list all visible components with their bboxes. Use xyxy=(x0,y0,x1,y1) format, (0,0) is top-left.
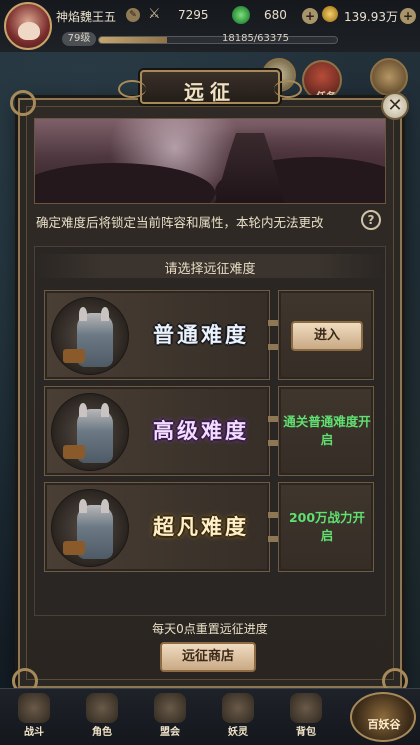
nav-item-character[interactable]: 角色 xyxy=(76,693,128,743)
reset-notice: 每天0点重置远征进度 xyxy=(152,622,268,636)
corner-ornament-tl xyxy=(10,90,36,116)
add-jade-button[interactable]: + xyxy=(302,8,318,24)
hammer-icon xyxy=(63,541,85,555)
banner-tower xyxy=(215,133,285,203)
character-ear-right xyxy=(101,403,109,417)
battle-icon xyxy=(18,693,50,723)
nav-item-spirit[interactable]: 妖灵 xyxy=(212,693,264,743)
character-icon xyxy=(86,693,118,723)
character-portrait xyxy=(51,489,129,567)
nav-label: 妖灵 xyxy=(228,727,248,738)
difficulty-row-normal: 普通难度 进入 xyxy=(44,290,374,380)
unlock-condition: 通关普通难度开启 xyxy=(283,414,371,447)
exp-text: 18185/63375 xyxy=(222,33,289,44)
difficulty-title: 请选择远征难度 xyxy=(164,262,256,277)
expedition-banner xyxy=(34,118,386,204)
difficulty-row-high: 高级难度 通关普通难度开启 xyxy=(44,386,374,476)
top-status-bar: 神焰魏王五 ✎ ⚔ 7295 680 + 139.93万 + 79级 18185… xyxy=(0,0,420,52)
title-plate: 远征 xyxy=(118,70,302,104)
difficulty-card-super: 超凡难度 xyxy=(44,482,270,572)
player-avatar[interactable] xyxy=(4,2,52,50)
bag-icon xyxy=(290,693,322,723)
banner-hill-left xyxy=(35,163,215,203)
nav-label: 背包 xyxy=(296,727,316,738)
difficulty-name: 普通难度 xyxy=(153,322,249,347)
character-ear-left xyxy=(79,403,87,417)
difficulty-action-high: 通关普通难度开启 xyxy=(278,386,374,476)
difficulty-row-super: 超凡难度 200万战力开启 xyxy=(44,482,374,572)
character-portrait xyxy=(51,297,129,375)
character-portrait xyxy=(51,393,129,471)
exp-fill xyxy=(99,37,168,43)
character-ear-right xyxy=(101,499,109,513)
hundred-demon-valley-label: 百妖谷 xyxy=(367,718,401,731)
hammer-icon xyxy=(63,445,85,459)
nav-label: 盟会 xyxy=(160,727,180,738)
help-icon[interactable]: ? xyxy=(361,210,381,230)
nav-item-guild[interactable]: 盟会 xyxy=(144,693,196,743)
expedition-shop-button[interactable]: 远征商店 xyxy=(160,642,256,672)
lock-notice: 确定难度后将锁定当前阵容和属性，本轮内无法更改 xyxy=(36,215,324,230)
power-icon: ⚔ xyxy=(148,6,161,22)
more-icon[interactable] xyxy=(370,58,408,96)
exp-bar xyxy=(98,36,338,44)
coin-value: 139.93万 xyxy=(344,10,398,24)
spirit-icon xyxy=(222,693,254,723)
difficulty-action-super: 200万战力开启 xyxy=(278,482,374,572)
difficulty-card-normal: 普通难度 xyxy=(44,290,270,380)
difficulty-card-high: 高级难度 xyxy=(44,386,270,476)
nav-label: 战斗 xyxy=(24,727,44,738)
difficulty-name: 超凡难度 xyxy=(153,514,249,539)
power-value: 7295 xyxy=(178,8,209,22)
player-name: 神焰魏王五 xyxy=(56,10,117,24)
character-ear-left xyxy=(79,307,87,321)
unlock-condition: 200万战力开启 xyxy=(288,510,366,543)
modal-title: 远征 xyxy=(184,80,236,104)
edit-icon[interactable]: ✎ xyxy=(126,8,140,22)
add-coin-button[interactable]: + xyxy=(400,8,416,24)
level-badge: 79级 xyxy=(62,32,96,46)
nav-label: 角色 xyxy=(92,727,112,738)
difficulty-action-normal: 进入 xyxy=(278,290,374,380)
jade-icon xyxy=(232,6,250,24)
nav-item-battle[interactable]: 战斗 xyxy=(8,693,60,743)
character-ear-left xyxy=(79,499,87,513)
guild-icon xyxy=(154,693,186,723)
difficulty-name: 高级难度 xyxy=(153,418,249,443)
enter-button[interactable]: 进入 xyxy=(291,321,363,351)
jade-value: 680 xyxy=(264,8,287,22)
hammer-icon xyxy=(63,349,85,363)
character-ear-right xyxy=(101,307,109,321)
nav-item-bag[interactable]: 背包 xyxy=(280,693,332,743)
coin-icon xyxy=(322,6,338,22)
close-button[interactable]: ✕ xyxy=(381,92,409,120)
